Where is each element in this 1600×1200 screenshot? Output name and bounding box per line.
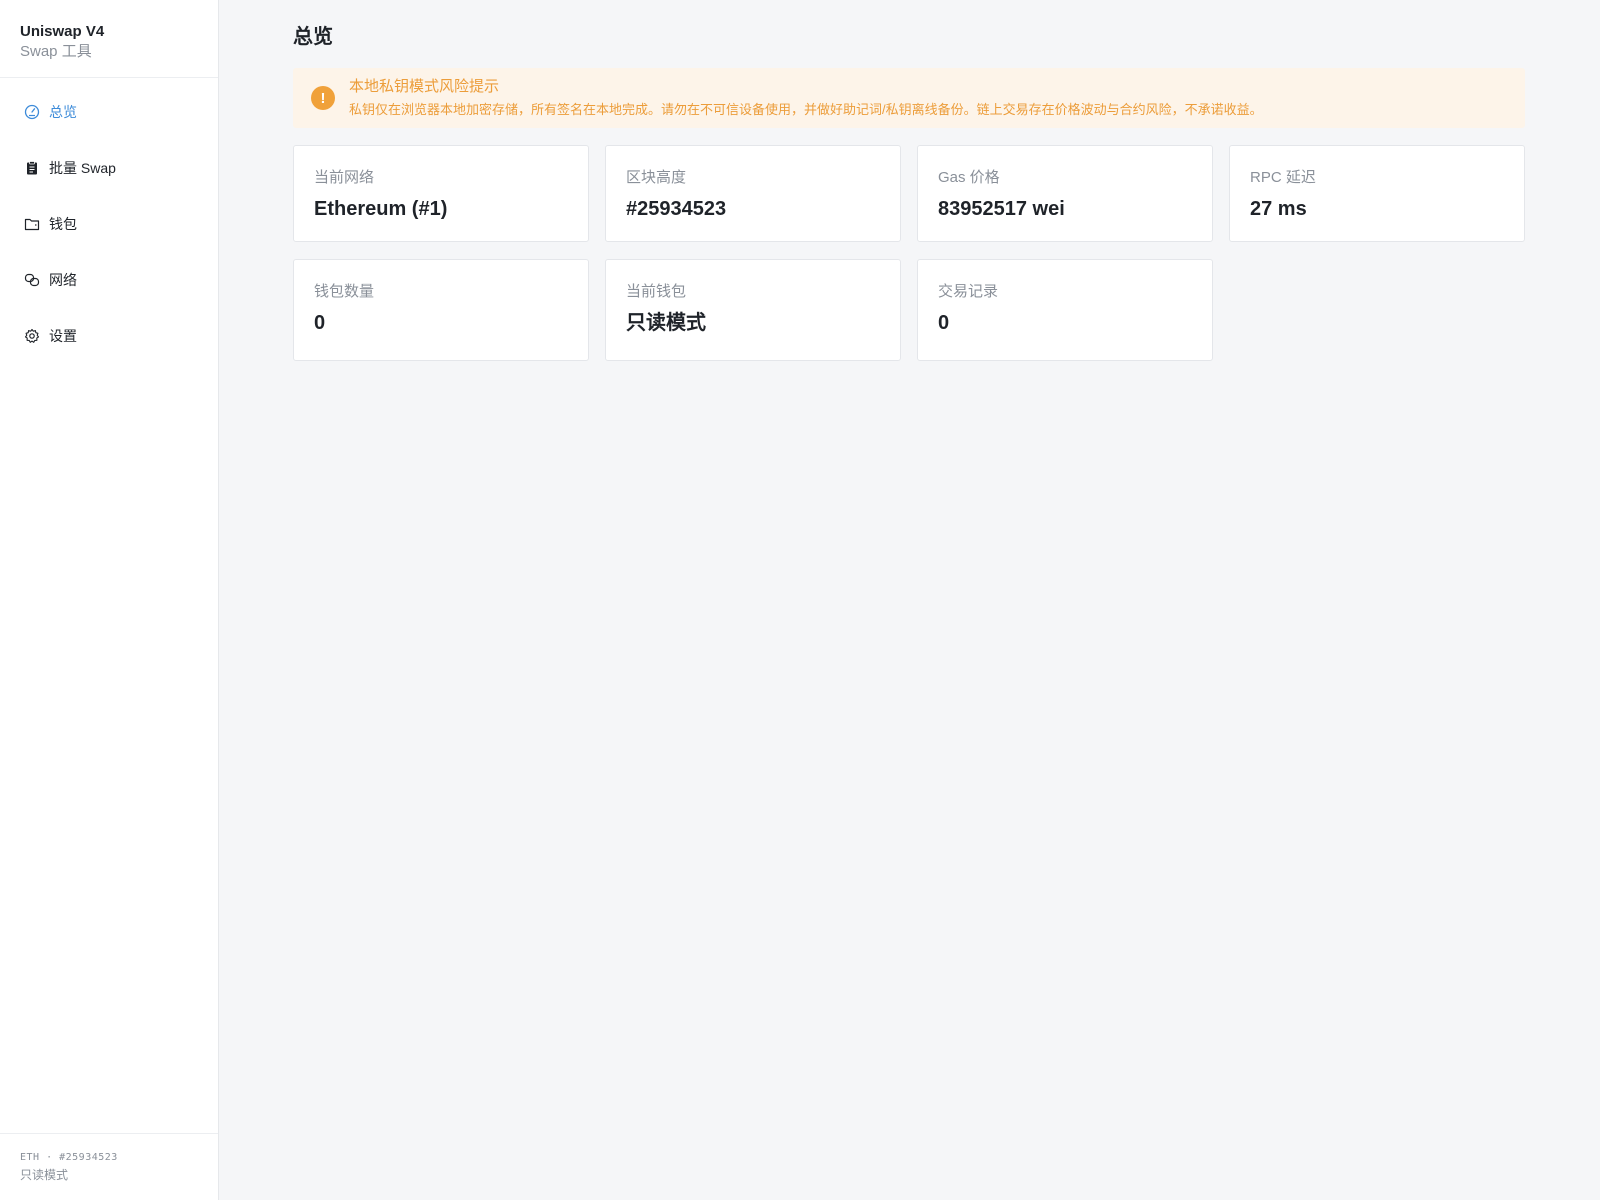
- stat-value: 只读模式: [626, 312, 706, 334]
- sidebar-item-batch-swap[interactable]: 批量 Swap: [0, 140, 218, 196]
- stat-card-transactions: 交易记录 0: [917, 259, 1213, 361]
- stat-label: 当前网络: [314, 169, 375, 186]
- page-title: 总览: [293, 26, 333, 48]
- stat-card-wallet-count: 钱包数量 0: [293, 259, 589, 361]
- sidebar-item-label: 网络: [49, 272, 77, 288]
- stat-label: 交易记录: [938, 283, 999, 300]
- stat-card-gas-price: Gas 价格 83952517 wei: [917, 145, 1213, 242]
- stat-value: 0: [314, 312, 326, 334]
- alert-title: 本地私钥模式风险提示: [349, 78, 500, 95]
- sidebar-item-label: 钱包: [49, 216, 77, 232]
- brand-subtitle: Swap 工具: [20, 43, 92, 60]
- stat-value: 83952517 wei: [938, 198, 1065, 220]
- stat-value: Ethereum (#1): [314, 198, 448, 220]
- stat-card-current-wallet: 当前钱包 只读模式: [605, 259, 901, 361]
- network-block-status: ETH · #25934523: [20, 1152, 118, 1163]
- warning-icon: !: [311, 86, 335, 110]
- app-root: Uniswap V4 Swap 工具 总览 批量 Swap 钱包 网络 设置 E…: [0, 0, 1600, 1200]
- dashboard-icon: [23, 103, 41, 121]
- clipboard-icon: [23, 159, 41, 177]
- stat-label: Gas 价格: [938, 169, 1000, 186]
- stat-value: #25934523: [626, 198, 727, 220]
- stat-label: RPC 延迟: [1250, 169, 1316, 186]
- stat-label: 区块高度: [626, 169, 687, 186]
- sidebar-item-label: 批量 Swap: [49, 160, 116, 176]
- brand-title: Uniswap V4: [20, 23, 105, 40]
- stat-label: 钱包数量: [314, 283, 375, 300]
- sidebar-nav: 总览 批量 Swap 钱包 网络 设置: [0, 78, 218, 364]
- stats-row-2: 钱包数量 0 当前钱包 只读模式 交易记录 0: [293, 259, 1526, 361]
- brand: Uniswap V4 Swap 工具: [0, 0, 218, 78]
- sidebar-item-label: 总览: [49, 104, 77, 120]
- sidebar-item-settings[interactable]: 设置: [0, 308, 218, 364]
- stat-label: 当前钱包: [626, 283, 687, 300]
- sidebar-item-overview[interactable]: 总览: [0, 84, 218, 140]
- wallet-mode-status: 只读模式: [20, 1168, 69, 1182]
- sidebar-item-network[interactable]: 网络: [0, 252, 218, 308]
- sidebar-item-label: 设置: [49, 328, 77, 344]
- alert-description: 私钥仅在浏览器本地加密存储，所有签名在本地完成。请勿在不可信设备使用，并做好助记…: [349, 102, 1263, 117]
- main-content: 总览 ! 本地私钥模式风险提示 私钥仅在浏览器本地加密存储，所有签名在本地完成。…: [219, 0, 1600, 1200]
- stat-card-network: 当前网络 Ethereum (#1): [293, 145, 589, 242]
- sidebar: Uniswap V4 Swap 工具 总览 批量 Swap 钱包 网络 设置 E…: [0, 0, 219, 1200]
- folder-icon: [23, 215, 41, 233]
- stats-row-1: 当前网络 Ethereum (#1) 区块高度 #25934523 Gas 价格…: [293, 145, 1526, 242]
- stat-card-block-height: 区块高度 #25934523: [605, 145, 901, 242]
- risk-alert: ! 本地私钥模式风险提示 私钥仅在浏览器本地加密存储，所有签名在本地完成。请勿在…: [293, 68, 1525, 128]
- gear-icon: [23, 327, 41, 345]
- sidebar-item-wallet[interactable]: 钱包: [0, 196, 218, 252]
- stat-value: 27 ms: [1250, 198, 1307, 220]
- stat-card-rpc-latency: RPC 延迟 27 ms: [1229, 145, 1525, 242]
- link-icon: [23, 271, 41, 289]
- stat-value: 0: [938, 312, 950, 334]
- sidebar-footer: ETH · #25934523 只读模式: [0, 1133, 218, 1200]
- alert-body: 本地私钥模式风险提示 私钥仅在浏览器本地加密存储，所有签名在本地完成。请勿在不可…: [349, 77, 1263, 119]
